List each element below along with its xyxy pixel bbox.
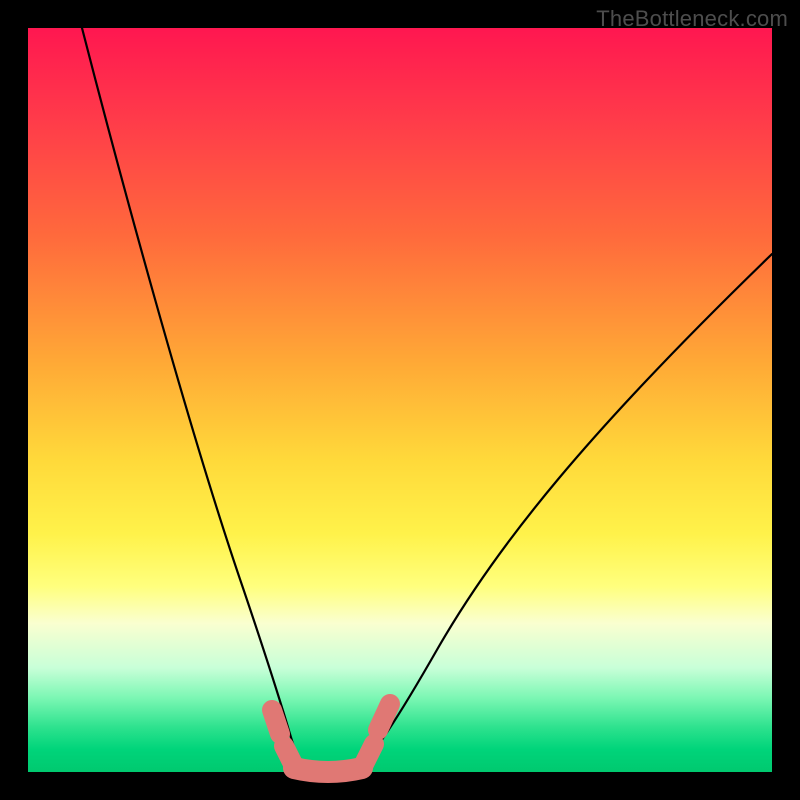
curve-layer <box>28 28 772 772</box>
worm-left-lower <box>284 746 294 766</box>
outer-frame: TheBottleneck.com <box>0 0 800 800</box>
watermark-text: TheBottleneck.com <box>596 6 788 32</box>
curve-left-branch <box>82 28 304 770</box>
worm-right-lower <box>364 744 374 764</box>
curve-right-branch <box>356 254 772 770</box>
plot-area <box>28 28 772 772</box>
worm-left-upper <box>272 710 280 734</box>
worm-floor <box>294 768 362 772</box>
worm-right-upper <box>378 704 390 730</box>
